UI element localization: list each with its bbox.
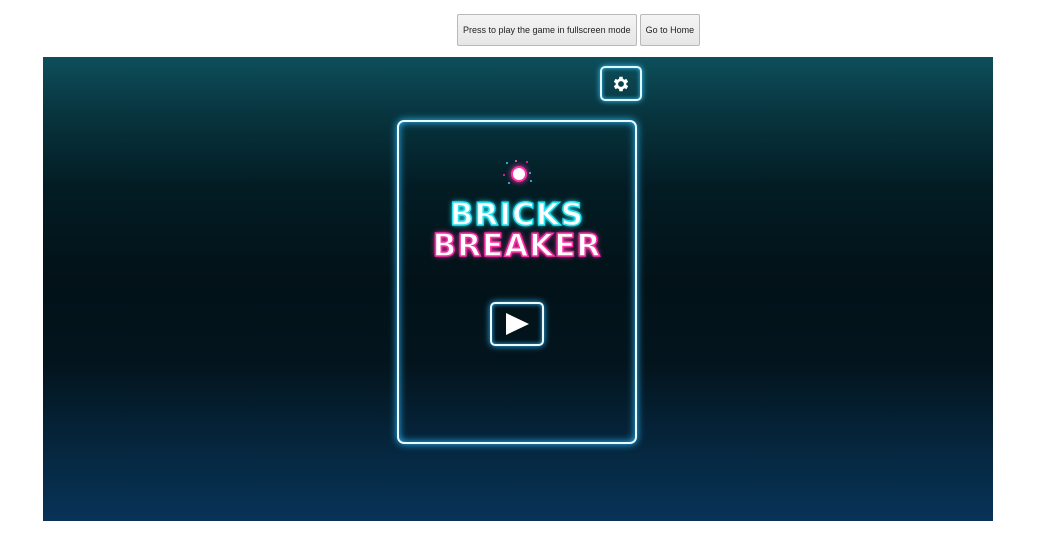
- ball: [511, 166, 527, 182]
- go-home-button[interactable]: Go to Home: [639, 14, 701, 46]
- ball-logo: [500, 160, 540, 190]
- fullscreen-button[interactable]: Press to play the game in fullscreen mod…: [457, 14, 637, 46]
- title-line-breaker: BREAKER: [432, 228, 602, 264]
- play-button[interactable]: [490, 302, 544, 346]
- settings-button[interactable]: [600, 66, 642, 101]
- game-canvas[interactable]: BRICKS BREAKER: [43, 57, 993, 521]
- gear-icon: [613, 76, 629, 91]
- title-line-bricks: BRICKS: [449, 197, 585, 233]
- top-toolbar: Press to play the game in fullscreen mod…: [457, 14, 701, 46]
- play-icon: [506, 313, 529, 335]
